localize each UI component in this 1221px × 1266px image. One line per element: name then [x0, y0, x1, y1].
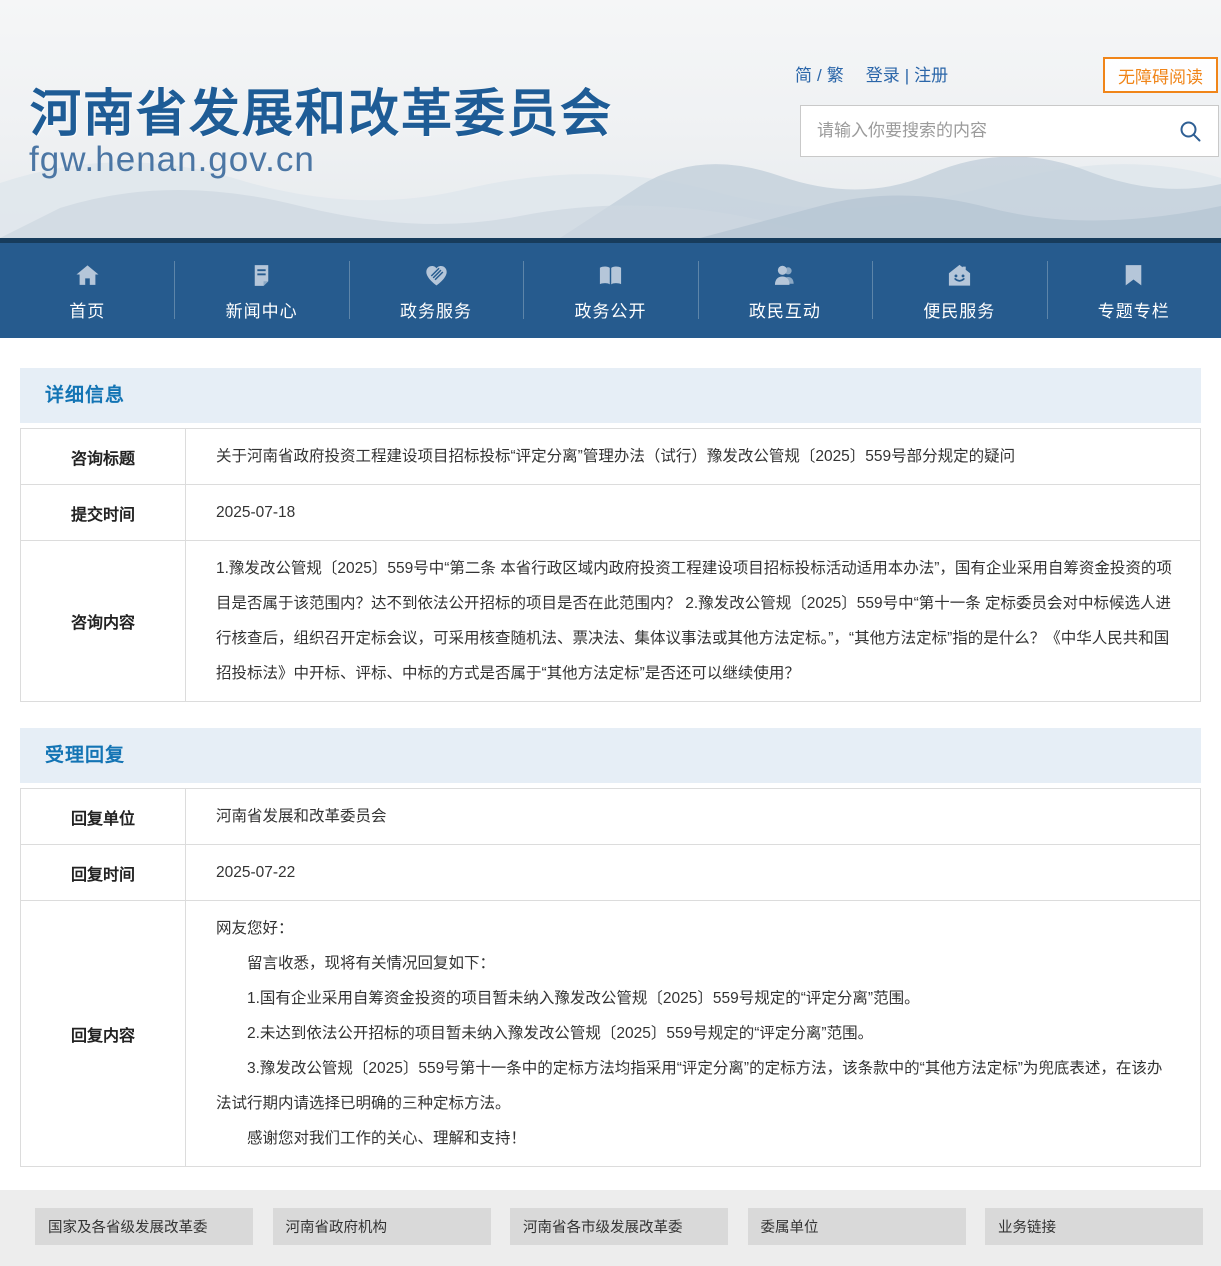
nav-item-convenience-services[interactable]: 便民服务 [872, 243, 1046, 338]
table-row-consult-content: 咨询内容 1.豫发改公管规〔2025〕559号中“第二条 本省行政区域内政府投资… [21, 541, 1201, 702]
home-icon [74, 261, 101, 289]
consult-content-value: 1.豫发改公管规〔2025〕559号中“第二条 本省行政区域内政府投资工程建设项… [186, 541, 1201, 702]
nav-item-news-center[interactable]: 新闻中心 [174, 243, 348, 338]
nav-item-label: 专题专栏 [1098, 297, 1170, 322]
row-label: 提交时间 [21, 485, 186, 541]
search-icon[interactable] [1178, 119, 1202, 143]
table-row-reply-content: 回复内容 网友您好： 留言收悉，现将有关情况回复如下： 1.国有企业采用自筹资金… [21, 901, 1201, 1167]
nav-item-label: 政民互动 [749, 297, 821, 322]
reply-paragraph: 2.未达到依法公开招标的项目暂未纳入豫发改公管规〔2025〕559号规定的“评定… [216, 1016, 1176, 1051]
heart-handshake-icon [423, 261, 450, 289]
reply-paragraph: 网友您好： [216, 911, 1176, 946]
nav-item-label: 新闻中心 [226, 297, 298, 322]
lang-separator: / [812, 66, 827, 85]
footer-link-henan-gov-agencies[interactable]: 河南省政府机构 [273, 1208, 491, 1245]
header-banner: 河南省发展和改革委员会 fgw.henan.gov.cn 简/繁 登录|注册 无障… [0, 0, 1221, 238]
news-document-icon [248, 261, 275, 289]
nav-item-public-interaction[interactable]: 政民互动 [698, 243, 872, 338]
reply-section: 受理回复 回复单位 河南省发展和改革委员会 回复时间 2025-07-22 回复… [20, 728, 1201, 1167]
main-navigation: 首页 新闻中心 政务服务 [0, 238, 1221, 338]
reply-table: 回复单位 河南省发展和改革委员会 回复时间 2025-07-22 回复内容 网友… [20, 788, 1201, 1167]
table-row-reply-time: 回复时间 2025-07-22 [21, 845, 1201, 901]
row-label: 咨询内容 [21, 541, 186, 702]
nav-item-government-services[interactable]: 政务服务 [349, 243, 523, 338]
detail-info-section-title: 详细信息 [20, 368, 1201, 423]
login-register-divider: | [900, 66, 914, 85]
reply-paragraph: 感谢您对我们工作的关心、理解和支持！ [216, 1121, 1176, 1156]
nav-item-label: 首页 [69, 297, 105, 322]
footer-link-city-ndrc[interactable]: 河南省各市级发展改革委 [510, 1208, 728, 1245]
nav-item-government-disclosure[interactable]: 政务公开 [523, 243, 697, 338]
reply-section-title: 受理回复 [20, 728, 1201, 783]
consult-title-value: 关于河南省政府投资工程建设项目招标投标“评定分离”管理办法（试行）豫发改公管规〔… [186, 429, 1201, 485]
lang-traditional-link[interactable]: 繁 [827, 66, 844, 85]
footer-link-business-links[interactable]: 业务链接 [985, 1208, 1203, 1245]
footer-link-affiliated-units[interactable]: 委属单位 [748, 1208, 966, 1245]
search-input[interactable] [817, 121, 1178, 141]
search-box[interactable] [800, 105, 1219, 157]
nav-item-label: 便民服务 [923, 297, 995, 322]
site-domain: fgw.henan.gov.cn [29, 140, 315, 180]
detail-info-section: 详细信息 咨询标题 关于河南省政府投资工程建设项目招标投标“评定分离”管理办法（… [20, 368, 1201, 702]
accessibility-reading-button[interactable]: 无障碍阅读 [1103, 57, 1218, 93]
reply-paragraph: 3.豫发改公管规〔2025〕559号第十一条中的定标方法均指采用“评定分离”的定… [216, 1051, 1176, 1121]
footer-link-national-ndrc[interactable]: 国家及各省级发展改革委 [35, 1208, 253, 1245]
nav-item-home[interactable]: 首页 [0, 243, 174, 338]
table-row-reply-unit: 回复单位 河南省发展和改革委员会 [21, 789, 1201, 845]
footer-link-bar: 国家及各省级发展改革委 河南省政府机构 河南省各市级发展改革委 委属单位 业务链… [0, 1190, 1221, 1266]
open-book-icon [597, 261, 624, 289]
detail-info-table: 咨询标题 关于河南省政府投资工程建设项目招标投标“评定分离”管理办法（试行）豫发… [20, 428, 1201, 702]
login-link[interactable]: 登录 [866, 66, 900, 85]
person-icon [771, 261, 798, 289]
table-row-consult-title: 咨询标题 关于河南省政府投资工程建设项目招标投标“评定分离”管理办法（试行）豫发… [21, 429, 1201, 485]
row-label: 回复单位 [21, 789, 186, 845]
nav-item-special-topics[interactable]: 专题专栏 [1047, 243, 1221, 338]
row-label: 咨询标题 [21, 429, 186, 485]
register-link[interactable]: 注册 [914, 66, 948, 85]
reply-time-value: 2025-07-22 [186, 845, 1201, 901]
nav-item-label: 政务服务 [400, 297, 472, 322]
reply-paragraph: 1.国有企业采用自筹资金投资的项目暂未纳入豫发改公管规〔2025〕559号规定的… [216, 981, 1176, 1016]
row-label: 回复内容 [21, 901, 186, 1167]
table-row-submit-time: 提交时间 2025-07-18 [21, 485, 1201, 541]
reply-content-value: 网友您好： 留言收悉，现将有关情况回复如下： 1.国有企业采用自筹资金投资的项目… [186, 901, 1201, 1167]
top-utility-links: 简/繁 登录|注册 [795, 61, 948, 86]
site-title: 河南省发展和改革委员会 [30, 72, 613, 146]
smiling-house-icon [946, 261, 973, 289]
bookmark-icon [1120, 261, 1147, 289]
submit-time-value: 2025-07-18 [186, 485, 1201, 541]
row-label: 回复时间 [21, 845, 186, 901]
nav-item-label: 政务公开 [574, 297, 646, 322]
reply-paragraph: 留言收悉，现将有关情况回复如下： [216, 946, 1176, 981]
lang-simplified-link[interactable]: 简 [795, 66, 812, 85]
reply-unit-value: 河南省发展和改革委员会 [186, 789, 1201, 845]
